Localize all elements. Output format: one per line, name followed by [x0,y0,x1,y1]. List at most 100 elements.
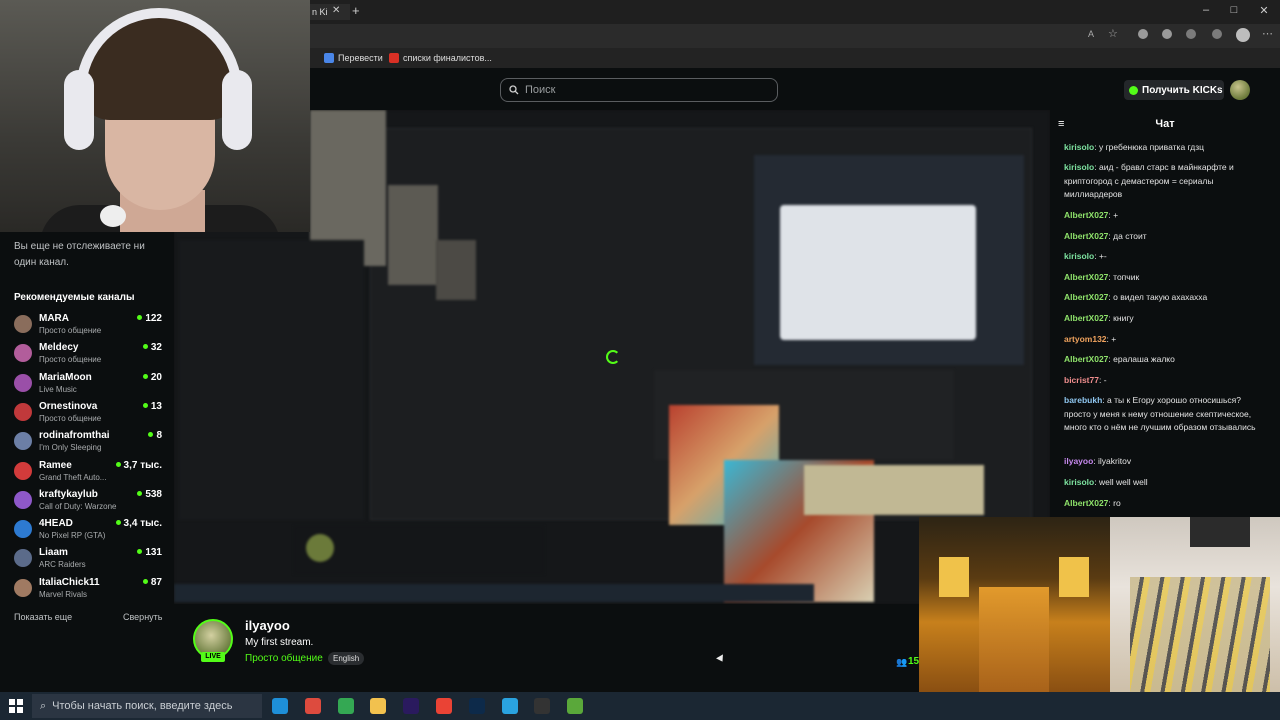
channel-category: Live Music [39,384,77,394]
chat-text: о видел такую ахахахха [1113,292,1208,302]
live-badge: LIVE [201,652,225,662]
chat-username[interactable]: kirisolo [1064,477,1094,487]
profile-icon[interactable] [1236,28,1250,42]
minecraft-icon[interactable] [567,698,584,714]
chat-username[interactable]: artyom132 [1064,334,1107,344]
recommended-channel[interactable]: kraftykaylub Call of Duty: Warzone 538 [14,489,162,517]
chat-text: ilyakritov [1098,456,1132,466]
more-menu-icon[interactable]: ⋯ [1262,27,1273,40]
channel-avatar [14,373,32,392]
recommended-channel[interactable]: MARA Просто общение 122 [14,313,162,341]
channel-name: Ramee [39,459,72,471]
streamer-name[interactable]: ilyayoo [245,618,290,633]
live-dot-icon [137,549,143,555]
translate-icon [324,53,334,63]
recommended-channel[interactable]: ItaliaChick11 Marvel Rivals 87 [14,577,162,605]
channel-viewers: 32 [142,342,162,353]
get-kicks-button[interactable]: Получить KICKs [1124,80,1224,100]
recommended-channel[interactable]: 4HEAD No Pixel RP (GTA) 3,4 тыс. [14,518,162,546]
recursive-document [780,205,976,340]
chat-username[interactable]: AlbertX027 [1064,210,1108,220]
chat-username[interactable]: AlbertX027 [1064,498,1108,508]
recommended-channel[interactable]: Ornestinova Просто общение 13 [14,401,162,429]
chat-username[interactable]: bicrist77 [1064,375,1099,385]
read-aloud-icon[interactable]: A [1088,29,1094,39]
close-tab-icon[interactable]: ✕ [332,5,340,16]
chat-message: AlbertX027: о видел такую ахахахха [1064,291,1269,305]
maximize-icon[interactable]: □ [1224,4,1244,16]
show-more-link[interactable]: Показать еще [14,612,72,622]
chat-title: Чат [1155,118,1175,130]
channel-avatar [14,461,32,480]
language-tag[interactable]: English [328,652,365,665]
recursive-game-capture [804,465,984,515]
channel-name: ItaliaChick11 [39,576,100,588]
recommended-channel[interactable]: rodinafromthai I'm Only Sleeping 8 [14,430,162,458]
channel-name: kraftykaylub [39,488,98,500]
folder-icon[interactable] [370,698,387,714]
search-placeholder: Поиск [525,84,556,96]
extension-icon[interactable] [1162,29,1172,39]
recommended-channel[interactable]: Ramee Grand Theft Auto... 3,7 тыс. [14,460,162,488]
channel-avatar [14,578,32,597]
chat-message: ilyayoo: ilyakritov [1064,455,1269,469]
recursive-sidebar [179,240,364,520]
recommended-channel[interactable]: Meldecy Просто общение 32 [14,342,162,370]
telegram-icon[interactable] [501,698,518,714]
windows-start-icon[interactable] [9,699,23,713]
channel-avatar [14,520,32,539]
chrome-icon[interactable] [337,698,354,714]
channel-category: Grand Theft Auto... [39,472,107,482]
new-tab-icon[interactable]: + [352,3,360,18]
channel-category: Просто общение [39,326,102,335]
recommended-channel[interactable]: MariaMoon Live Music 20 [14,372,162,400]
chat-username[interactable]: AlbertX027 [1064,354,1108,364]
chat-text: у гребенюка приватка гдзц [1098,142,1204,152]
channel-avatar [14,402,32,421]
chrome-icon[interactable] [304,698,321,714]
edge-icon[interactable] [272,698,288,714]
taskbar-search-placeholder: Чтобы начать поиск, введите здесь [52,700,233,712]
chat-username[interactable]: AlbertX027 [1064,231,1108,241]
browser-tab[interactable]: n Ki [310,4,350,20]
chat-username[interactable]: kirisolo [1064,251,1094,261]
game-capture-overlay [919,517,1110,692]
favorites-icon[interactable] [1212,29,1222,39]
search-input[interactable]: Поиск [500,78,778,102]
chat-username[interactable]: AlbertX027 [1064,272,1108,282]
recursive-taskbar [174,584,814,602]
game-capture-overlay [1110,517,1280,692]
chat-message: artyom132: + [1064,333,1269,347]
chat-text: да стоит [1113,231,1147,241]
channel-viewers: 538 [137,489,162,500]
recommended-channel[interactable]: Liaam ARC Raiders 131 [14,547,162,575]
chat-username[interactable]: ilyayoo [1064,456,1093,466]
photoshop-icon[interactable] [468,698,485,714]
minimize-icon[interactable]: – [1196,4,1216,16]
chat-username[interactable]: kirisolo [1064,162,1094,172]
channel-category: No Pixel RP (GTA) [39,531,106,541]
bookmark-finalists[interactable]: списки финалистов... [389,51,492,65]
collapse-link[interactable]: Свернуть [123,612,162,622]
extensions-puzzle-icon[interactable] [1186,29,1196,39]
taskbar-search[interactable]: ⌕ Чтобы начать поиск, введите здесь [32,694,262,718]
chrome-icon[interactable] [436,698,452,714]
chat-message: AlbertX027: ro [1064,497,1269,511]
chat-username[interactable]: barebukh [1064,395,1102,405]
favorite-star-icon[interactable]: ☆ [1108,27,1118,40]
chat-username[interactable]: kirisolo [1064,142,1094,152]
chat-text: +- [1098,251,1107,261]
extension-icon[interactable] [1138,29,1148,39]
webcam-overlay [0,0,310,232]
chat-username[interactable]: AlbertX027 [1064,292,1108,302]
live-dot-icon [115,520,121,526]
channel-name: Meldecy [39,342,79,354]
user-avatar[interactable] [1230,80,1250,100]
close-window-icon[interactable]: ✕ [1254,4,1274,17]
obs-icon[interactable] [534,698,551,714]
premiere-icon[interactable] [403,698,420,714]
chat-message: AlbertX027: книгу [1064,312,1269,326]
chat-username[interactable]: AlbertX027 [1064,313,1108,323]
bookmark-translate[interactable]: Перевести [324,51,383,65]
stream-category[interactable]: Просто общение [245,653,323,664]
